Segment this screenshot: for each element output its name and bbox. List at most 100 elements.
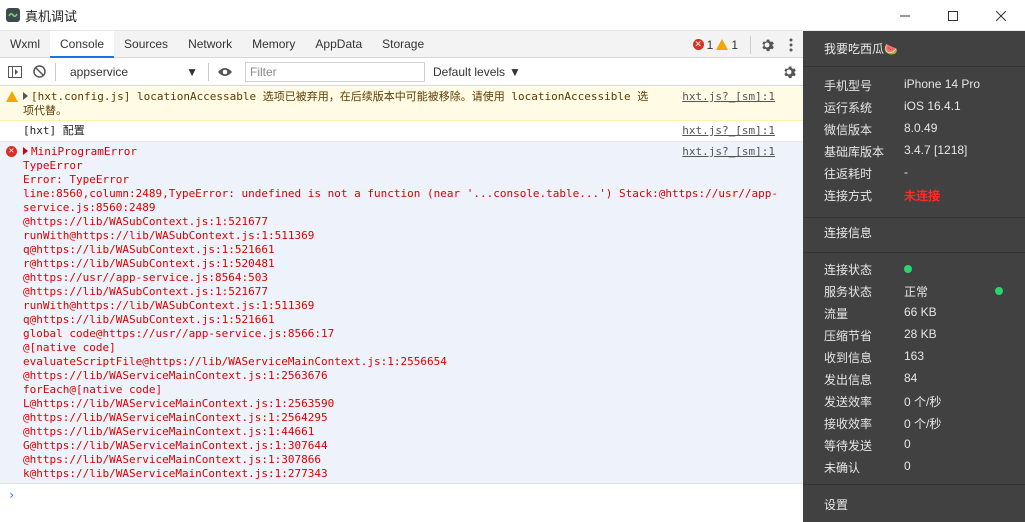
- error-stack: TypeError Error: TypeError line:8560,colum…: [23, 159, 778, 481]
- connection-stat-label: 压缩节省: [824, 329, 873, 343]
- maximize-button[interactable]: [929, 0, 977, 31]
- connection-stat-value: 正常: [904, 285, 929, 299]
- error-stack-line: r@https://lib/WASubContext.js:1:520481: [23, 257, 275, 270]
- console-prompt[interactable]: ›: [0, 484, 803, 506]
- connection-stat-label: 发送效率: [824, 395, 873, 409]
- error-count: 1: [706, 37, 714, 52]
- panel-header: 我要吃西瓜🍉: [824, 40, 898, 58]
- device-info-value: 8.0.49: [904, 121, 938, 135]
- console-output: [hxt.config.js] locationAccessable 选项已被弃…: [0, 87, 803, 522]
- warning-text-b: 选: [637, 90, 649, 103]
- error-stack-line: k@https://lib/WAServiceMainContext.js:1:…: [23, 467, 328, 480]
- warning-text-c: 项代替。: [23, 104, 67, 117]
- warning-text-a: 选项已被弃用，在后续版本中可能被移除。请使用: [262, 90, 505, 103]
- warning-count: 1: [731, 37, 738, 52]
- divider: [803, 66, 1025, 67]
- error-icon: ✕: [692, 39, 704, 50]
- error-stack-line: line:8560,column:2489,TypeError: undefin…: [23, 187, 778, 200]
- error-stack-line: @https://lib/WAServiceMainContext.js:1:4…: [23, 425, 315, 438]
- connection-stat-value: 0: [904, 437, 911, 451]
- connection-stat-value: 66 KB: [904, 305, 937, 319]
- context-select[interactable]: appservice ▼: [64, 62, 204, 82]
- warning-icon: [716, 39, 729, 50]
- context-value: appservice: [70, 64, 129, 79]
- device-info-value: iPhone 14 Pro: [904, 77, 981, 91]
- window-title: 真机调试: [25, 8, 78, 24]
- service-status-dot: [995, 287, 1003, 295]
- connection-stat-label: 等待发送: [824, 439, 873, 453]
- tab-memory[interactable]: Memory: [242, 31, 305, 57]
- tab-storage[interactable]: Storage: [372, 31, 434, 57]
- panel-header-title: 我要吃西瓜: [824, 42, 885, 56]
- settings-gear-icon[interactable]: [755, 33, 779, 57]
- live-expression-eye-icon[interactable]: [213, 60, 237, 84]
- tab-appdata[interactable]: AppData: [305, 31, 372, 57]
- tab-console[interactable]: Console: [50, 31, 115, 58]
- tab-network[interactable]: Network: [178, 31, 242, 57]
- minimize-button[interactable]: [881, 0, 929, 31]
- error-stack-line: @https://lib/WAServiceMainContext.js:1:2…: [23, 369, 328, 382]
- window-titlebar: 真机调试: [0, 0, 1025, 31]
- error-stack-line: @https://lib/WAServiceMainContext.js:1:2…: [23, 411, 328, 424]
- error-stack-line: @https://usr//app-service.js:8564:503: [23, 271, 269, 284]
- console-warning-message: [hxt.config.js] locationAccessable 选项已被弃…: [0, 87, 803, 121]
- tab-sources[interactable]: Sources: [114, 31, 178, 57]
- error-icon: ✕: [6, 146, 17, 157]
- connection-stat-value: 28 KB: [904, 327, 937, 341]
- log-source-link[interactable]: hxt.js?_[sm]:1: [682, 124, 775, 138]
- console-toolbar: appservice ▼ Default levels ▼: [0, 58, 803, 86]
- sidebar-toggle-icon[interactable]: [3, 60, 27, 84]
- connection-stat-label: 接收效率: [824, 417, 873, 431]
- divider: [803, 484, 1025, 485]
- device-info-value: 3.4.7 [1218]: [904, 143, 968, 157]
- watermelon-emoji-icon: 🍉: [884, 44, 898, 56]
- log-levels-dropdown[interactable]: Default levels ▼: [433, 65, 521, 79]
- issue-counter[interactable]: ✕ 1 1: [692, 37, 738, 52]
- error-stack-line: TypeError: [23, 159, 83, 172]
- warning-prefix: [hxt.config.js] locationAccessable: [31, 90, 263, 103]
- connection-stat-value: 163: [904, 349, 925, 363]
- device-info-value: iOS 16.4.1: [904, 99, 961, 113]
- devtools-tabbar: Wxml Console Sources Network Memory AppD…: [0, 31, 803, 58]
- error-stack-line: @https://lib/WASubContext.js:1:521677: [23, 215, 269, 228]
- connection-stat-label: 发出信息: [824, 373, 873, 387]
- divider: [803, 252, 1025, 253]
- error-stack-line: service.js:8560:2489: [23, 201, 156, 214]
- error-stack-line: evaluateScriptFile@https://lib/WAService…: [23, 355, 447, 368]
- tab-wxml[interactable]: Wxml: [0, 31, 50, 57]
- clear-console-icon[interactable]: [27, 60, 51, 84]
- device-info-value: 未连接: [904, 189, 941, 203]
- error-stack-line: G@https://lib/WAServiceMainContext.js:1:…: [23, 439, 328, 452]
- error-stack-line: @[native code]: [23, 341, 116, 354]
- error-stack-line: Error: TypeError: [23, 173, 129, 186]
- device-info-panel: 我要吃西瓜🍉 手机型号 iPhone 14 Pro 运行系统 iOS 16.4.1 微信…: [803, 31, 1025, 522]
- error-stack-line: runWith@https://lib/WASubContext.js:1:51…: [23, 299, 315, 312]
- error-head: MiniProgramError: [31, 145, 137, 158]
- device-info-value: -: [904, 165, 908, 179]
- divider: [750, 35, 751, 54]
- warning-source-link[interactable]: hxt.js?_[sm]:1: [682, 90, 775, 104]
- connection-stat-value: 84: [904, 371, 918, 385]
- error-source-link[interactable]: hxt.js?_[sm]:1: [682, 145, 775, 159]
- error-stack-line: L@https://lib/WAServiceMainContext.js:1:…: [23, 397, 335, 410]
- app-logo-icon: [6, 8, 20, 22]
- settings-link[interactable]: 设置: [824, 496, 848, 514]
- more-menu-icon[interactable]: [779, 33, 803, 57]
- console-settings-gear-icon[interactable]: [777, 60, 801, 84]
- filter-input[interactable]: [245, 61, 425, 82]
- expand-caret-icon[interactable]: [23, 92, 28, 100]
- connection-stat-value: 0: [904, 459, 911, 473]
- close-button[interactable]: [977, 0, 1025, 31]
- devtools-panel: Wxml Console Sources Network Memory AppD…: [0, 31, 803, 522]
- connection-stat-label: 服务状态: [824, 285, 873, 299]
- divider: [803, 217, 1025, 218]
- device-info-label: 手机型号: [824, 79, 873, 93]
- device-info-label: 往返耗时: [824, 167, 873, 181]
- console-error-message: ✕ MiniProgramError TypeError Error: TypeE…: [0, 142, 803, 484]
- log-prefix: [hxt]: [23, 124, 63, 137]
- expand-caret-icon[interactable]: [23, 147, 28, 155]
- prompt-chevron-icon: ›: [8, 488, 16, 502]
- connection-stat-label: 流量: [824, 307, 849, 321]
- connection-stat-label: 收到信息: [824, 351, 873, 365]
- device-info-label: 基础库版本: [824, 145, 885, 159]
